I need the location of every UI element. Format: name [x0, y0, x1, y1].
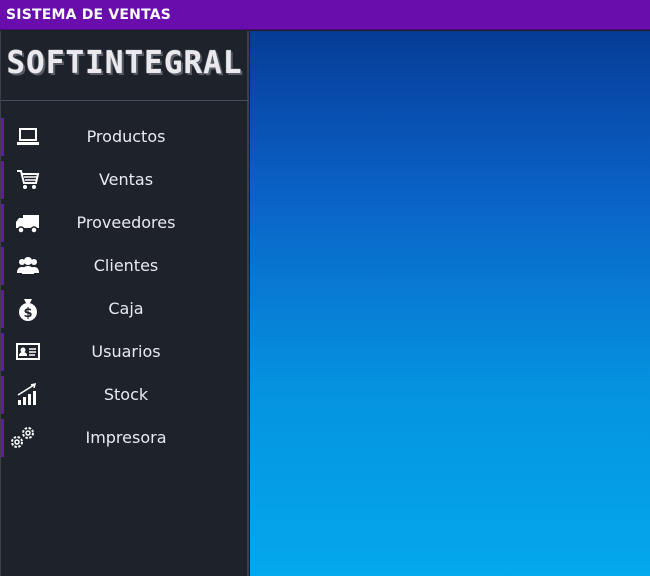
logo-divider	[1, 100, 248, 101]
sidebar-item-usuarios[interactable]: Usuarios	[1, 331, 248, 373]
main-content-area	[250, 31, 650, 576]
sidebar-item-productos[interactable]: Productos	[1, 116, 248, 158]
sidebar-item-label: Proveedores	[76, 213, 176, 232]
sidebar-item-label: Usuarios	[91, 342, 161, 361]
logo: SOFTINTEGRAL	[1, 31, 248, 101]
window-title: SISTEMA DE VENTAS	[6, 7, 172, 23]
sidebar-item-stock[interactable]: Stock	[1, 374, 248, 416]
sidebar: SOFTINTEGRAL Productos Ventas Proveedore…	[0, 31, 249, 576]
sidebar-item-caja[interactable]: $ Caja	[1, 288, 248, 330]
sidebar-item-ventas[interactable]: Ventas	[1, 159, 248, 201]
sidebar-item-label: Caja	[108, 299, 144, 318]
sidebar-item-clientes[interactable]: Clientes	[1, 245, 248, 287]
sidebar-item-label: Impresora	[85, 428, 167, 447]
sidebar-item-impresora[interactable]: Impresora	[1, 417, 248, 459]
title-bar: SISTEMA DE VENTAS	[0, 0, 650, 30]
sidebar-item-label: Stock	[103, 385, 149, 404]
sidebar-item-label: Productos	[86, 127, 166, 146]
sidebar-item-proveedores[interactable]: Proveedores	[1, 202, 248, 244]
logo-text: SOFTINTEGRAL	[6, 45, 243, 81]
sidebar-item-label: Ventas	[98, 170, 154, 189]
sidebar-item-label: Clientes	[93, 256, 159, 275]
